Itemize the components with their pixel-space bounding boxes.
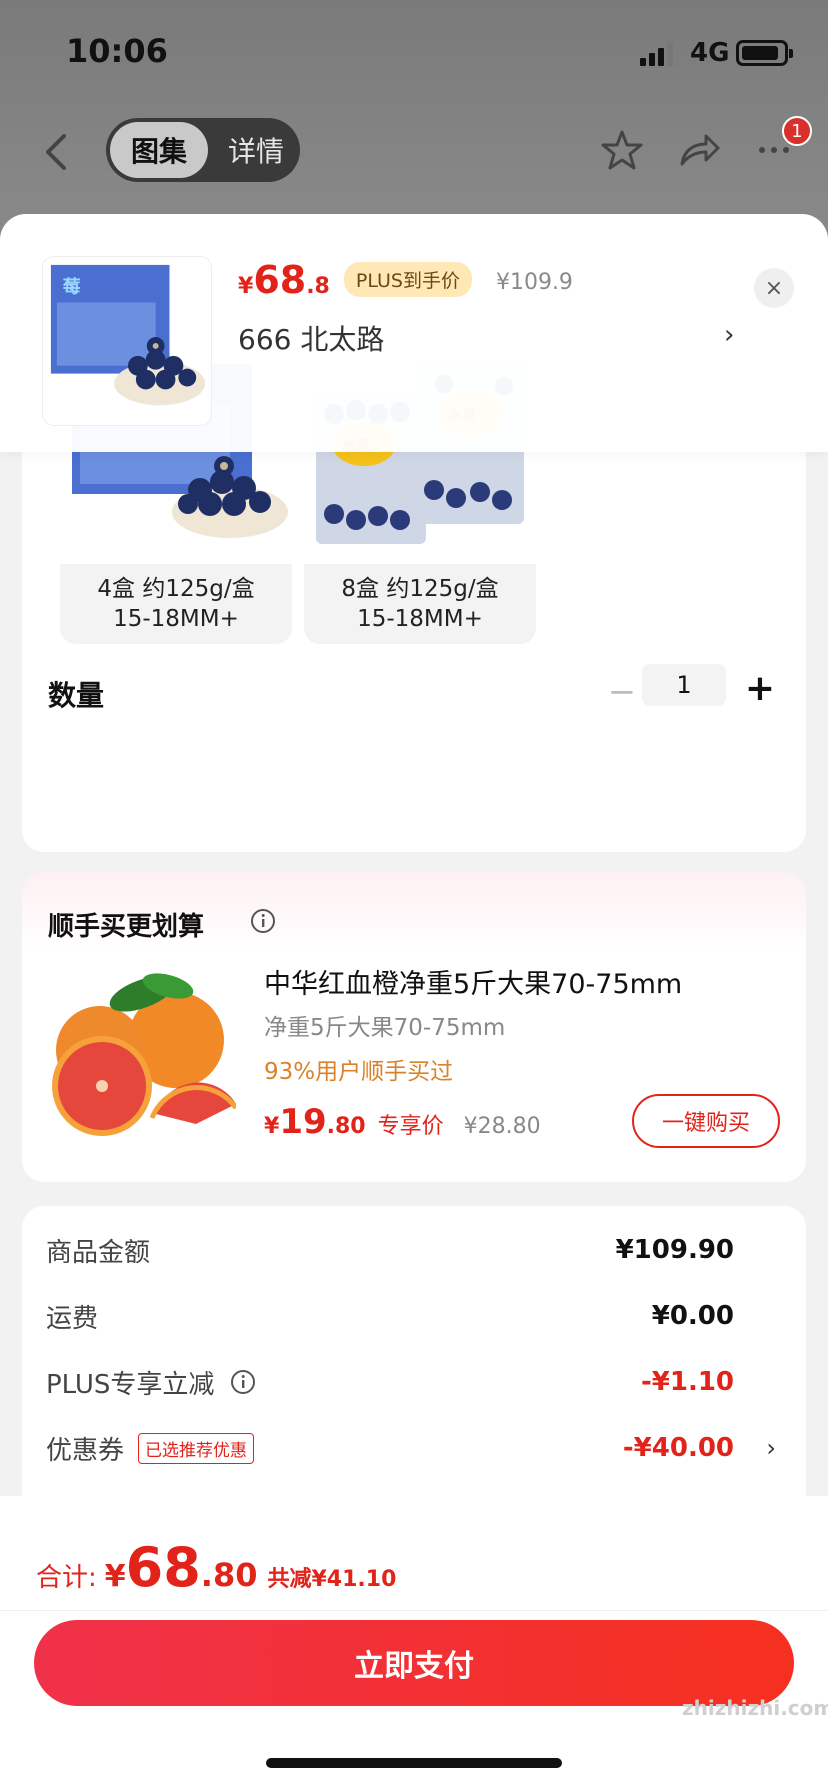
goods-amount-label: 商品金额 — [46, 1237, 151, 1268]
bundle-price-tag: 专享价 — [377, 1114, 444, 1139]
price-decimal: .8 — [306, 274, 330, 299]
close-button[interactable]: × — [754, 268, 794, 308]
product-thumbnail-image: 莓 — [42, 256, 212, 426]
message-count-badge: 1 — [782, 116, 812, 146]
delivery-address[interactable]: 666 北太路 — [238, 318, 384, 358]
pay-now-button[interactable]: 立即支付 — [34, 1620, 794, 1706]
one-click-buy-button[interactable]: 一键购买 — [632, 1094, 780, 1148]
cellular-signal-icon — [640, 43, 673, 66]
total-integer: 68 — [125, 1536, 201, 1599]
goods-amount-row: 商品金额 ¥109.90 — [46, 1230, 782, 1270]
total-currency: ¥ — [104, 1559, 126, 1594]
network-type: 4G — [690, 38, 730, 68]
bundle-product-spec: 净重5斤大果70-75mm — [264, 1015, 506, 1041]
bundle-popularity: 93%用户顺手买过 — [264, 1059, 454, 1085]
plus-price-tag: PLUS到手价 — [343, 262, 472, 297]
bundle-price-currency: ¥ — [264, 1114, 280, 1139]
bundle-original-price: ¥28.80 — [463, 1114, 541, 1139]
goods-amount-value: ¥109.90 — [615, 1235, 734, 1265]
bundle-recommendation-card: 顺手买更划算 中华红血橙净重5斤大果70-75mm 净重5斤大果70-75mm … — [22, 872, 806, 1182]
quantity-label: 数量 — [48, 679, 105, 712]
variant-spec: 4盒 约125g/盒 — [97, 576, 255, 602]
bundle-section-title: 顺手买更划算 — [48, 912, 205, 942]
quantity-decrease-button[interactable]: − — [602, 672, 642, 712]
home-indicator — [266, 1758, 562, 1768]
plus-discount-value: -¥1.10 — [640, 1367, 734, 1397]
variant-size: 15-18MM+ — [357, 606, 483, 632]
order-summary-card: 商品金额 ¥109.90 运费 ¥0.00 PLUS专享立减 -¥1.10 优惠… — [22, 1206, 806, 1536]
shipping-label: 运费 — [46, 1303, 99, 1334]
top-navigation: 图集 详情 1 — [0, 110, 828, 190]
status-time: 10:06 — [66, 32, 168, 70]
variant-spec: 8盒 约125g/盒 — [341, 576, 499, 602]
checkout-bar: 合计: ¥ 68 .80 共减¥41.10 立即支付 zhizhizhi.com — [0, 1496, 828, 1792]
gallery-detail-switch: 图集 详情 — [106, 118, 300, 182]
chevron-right-icon[interactable]: › — [724, 320, 734, 350]
sheet-header: 莓 ¥ 68 .8 PLUS到手价 ¥109.9 666 北太路 › × — [0, 214, 828, 452]
variant-size: 15-18MM+ — [113, 606, 239, 632]
shipping-row: 运费 ¥0.00 — [46, 1296, 782, 1336]
star-favorite-icon[interactable] — [598, 126, 646, 174]
info-icon[interactable] — [250, 908, 276, 934]
sheet-price-row: ¥ 68 .8 PLUS到手价 ¥109.9 — [238, 258, 573, 308]
price-integer: 68 — [253, 258, 307, 302]
original-price: ¥109.9 — [495, 270, 573, 295]
coupon-value: -¥40.00 — [622, 1433, 734, 1463]
divider — [0, 1610, 828, 1611]
tab-gallery[interactable]: 图集 — [110, 122, 208, 178]
variant-label: 8盒 约125g/盒 15-18MM+ — [304, 564, 536, 644]
chevron-right-icon[interactable]: › — [766, 1434, 776, 1462]
tab-detail[interactable]: 详情 — [214, 122, 298, 178]
order-total: 合计: ¥ 68 .80 共减¥41.10 — [36, 1536, 396, 1599]
coupon-row[interactable]: 优惠券 已选推荐优惠 -¥40.00 › — [46, 1428, 782, 1468]
quantity-input[interactable]: 1 — [642, 664, 726, 706]
watermark: zhizhizhi.com — [682, 1696, 828, 1720]
total-savings: 共减¥41.10 — [267, 1567, 397, 1592]
total-label: 合计: — [36, 1563, 97, 1593]
total-decimal: .80 — [200, 1556, 258, 1594]
info-icon[interactable] — [230, 1369, 256, 1395]
blood-orange-image — [46, 964, 236, 1154]
price-currency: ¥ — [238, 274, 254, 299]
plus-discount-row: PLUS专享立减 -¥1.10 — [46, 1362, 782, 1402]
coupon-applied-tag: 已选推荐优惠 — [138, 1432, 255, 1464]
bundle-price-decimal: .80 — [326, 1114, 366, 1139]
svg-text:莓: 莓 — [63, 277, 81, 298]
back-arrow-icon[interactable] — [40, 130, 74, 174]
bundle-price-row: ¥ 19 .80 专享价 ¥28.80 — [264, 1102, 541, 1142]
bundle-product-name[interactable]: 中华红血橙净重5斤大果70-75mm — [264, 962, 682, 1001]
battery-icon — [736, 40, 793, 66]
variant-label: 4盒 约125g/盒 15-18MM+ — [60, 564, 292, 644]
bundle-price-integer: 19 — [279, 1102, 327, 1142]
shipping-value: ¥0.00 — [651, 1301, 734, 1331]
share-icon[interactable] — [674, 126, 722, 174]
quantity-increase-button[interactable]: + — [740, 668, 780, 709]
plus-discount-label: PLUS专享立减 — [46, 1369, 215, 1400]
status-bar: 10:06 4G — [0, 0, 828, 100]
coupon-label: 优惠券 — [46, 1435, 125, 1466]
